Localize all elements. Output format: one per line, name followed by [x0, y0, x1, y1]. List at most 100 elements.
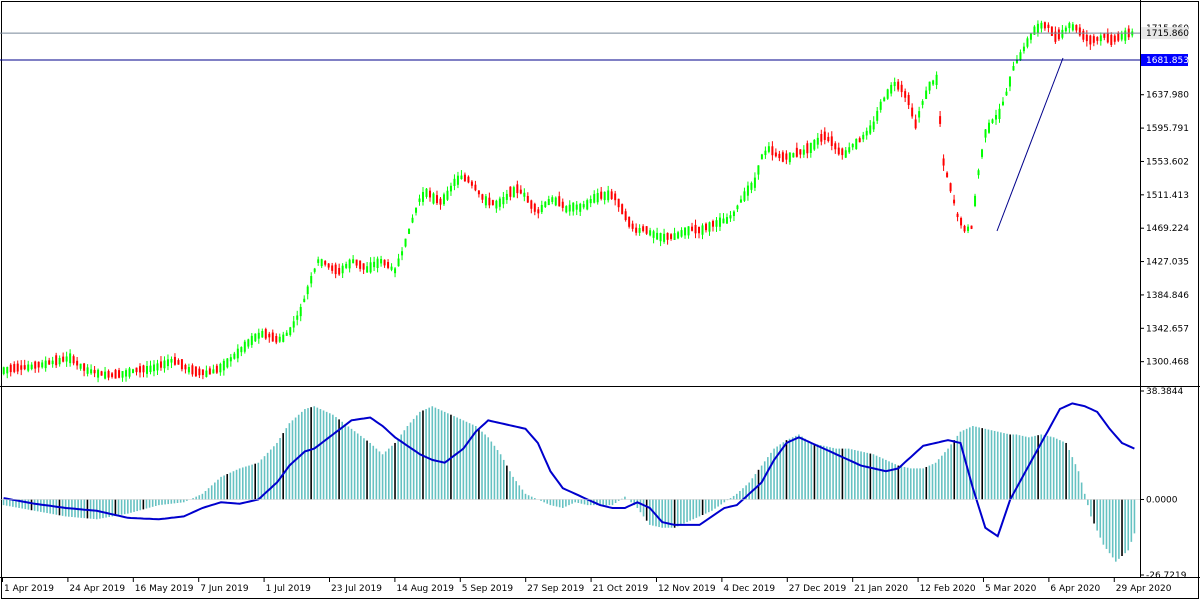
- candle-body: [411, 217, 414, 223]
- candle-body: [6, 367, 9, 374]
- candle-body: [23, 365, 26, 370]
- candle-body: [128, 368, 131, 377]
- candle-body: [383, 259, 386, 266]
- candle-body: [16, 363, 19, 372]
- candle-body: [813, 139, 816, 150]
- candle-body: [561, 201, 564, 208]
- candle-body: [474, 184, 477, 191]
- price-tick-label: 1637.980: [1146, 91, 1189, 101]
- candle-body: [401, 251, 404, 256]
- candle-body: [159, 361, 162, 368]
- candle-body: [135, 367, 138, 373]
- candle-body: [823, 131, 826, 140]
- candle-body: [621, 204, 624, 215]
- oscillator-signal-line: [3, 402, 1135, 538]
- candle-body: [83, 363, 86, 371]
- candle-body: [1089, 35, 1092, 45]
- candle-body: [289, 327, 292, 335]
- candle-body: [603, 191, 606, 201]
- candle-body: [956, 213, 959, 218]
- candle-body: [799, 149, 802, 155]
- candle-body: [1005, 91, 1008, 96]
- candle-body: [519, 189, 522, 194]
- candle-body: [670, 234, 673, 239]
- candle-body: [523, 192, 526, 197]
- candle-body: [596, 193, 599, 203]
- candle-body: [565, 206, 568, 213]
- candle-body: [303, 298, 306, 303]
- candle-body: [1036, 23, 1039, 33]
- candle-body: [408, 228, 411, 234]
- candle-body: [296, 315, 299, 320]
- candle-body: [306, 286, 309, 295]
- candle-body: [187, 367, 190, 373]
- candle-body: [722, 218, 725, 224]
- candle-body: [310, 276, 313, 284]
- time-tick-label: 24 Apr 2019: [69, 584, 125, 594]
- candlestick-series: [2, 20, 1134, 383]
- candle-body: [981, 149, 984, 157]
- candle-body: [610, 191, 613, 199]
- candle-body: [65, 356, 68, 362]
- candle-body: [851, 143, 854, 148]
- candle-body: [614, 193, 617, 201]
- candle-body: [1117, 33, 1120, 41]
- candle-body: [935, 74, 938, 85]
- candle-body: [341, 265, 344, 274]
- candle-body: [86, 367, 89, 374]
- candle-body: [872, 121, 875, 130]
- candle-body: [1012, 66, 1015, 71]
- candle-body: [767, 146, 770, 152]
- candle-body: [1001, 101, 1004, 106]
- candle-body: [442, 194, 445, 205]
- candle-body: [30, 364, 33, 370]
- candle-body: [760, 154, 763, 160]
- candle-body: [180, 359, 183, 370]
- time-tick-label: 6 Apr 2020: [1050, 584, 1100, 594]
- candle-body: [275, 336, 278, 343]
- candle-body: [572, 202, 575, 212]
- candle-body: [107, 370, 110, 378]
- candle-body: [537, 209, 540, 214]
- candle-body: [1061, 29, 1064, 38]
- candle-body: [1047, 24, 1050, 28]
- candle-body: [72, 356, 75, 364]
- candle-body: [1092, 36, 1095, 43]
- candle-body: [498, 198, 501, 207]
- candle-body: [841, 148, 844, 156]
- candle-body: [886, 89, 889, 99]
- oscillator-axis-labels: 38.3844 0.0000 -26.7219: [1140, 387, 1187, 581]
- candle-body: [331, 265, 334, 271]
- candle-body: [149, 365, 152, 373]
- candle-body: [816, 137, 819, 145]
- candle-body: [900, 84, 903, 93]
- candle-body: [201, 369, 204, 376]
- candle-body: [114, 369, 117, 379]
- candle-body: [299, 306, 302, 317]
- candle-body: [194, 366, 197, 377]
- candle-body: [781, 152, 784, 162]
- candle-body: [1075, 24, 1078, 31]
- time-tick-label: 27 Sep 2019: [527, 584, 584, 594]
- candle-body: [55, 355, 58, 366]
- candle-body: [334, 264, 337, 275]
- candle-body: [746, 185, 749, 196]
- candle-body: [858, 138, 861, 143]
- candle-body: [285, 332, 288, 336]
- candle-body: [125, 370, 128, 377]
- candle-body: [649, 230, 652, 236]
- candle-body: [939, 116, 942, 124]
- candle-body: [617, 198, 620, 208]
- candle-body: [397, 258, 400, 267]
- candle-body: [844, 150, 847, 158]
- candle-body: [977, 170, 980, 176]
- candle-body: [551, 197, 554, 202]
- candle-body: [907, 94, 910, 106]
- candle-body: [684, 227, 687, 236]
- candle-body: [792, 153, 795, 158]
- candle-body: [809, 142, 812, 153]
- candle-body: [387, 262, 390, 268]
- candle-body: [1068, 23, 1071, 29]
- candle-body: [163, 360, 166, 369]
- candle-body: [1008, 76, 1011, 87]
